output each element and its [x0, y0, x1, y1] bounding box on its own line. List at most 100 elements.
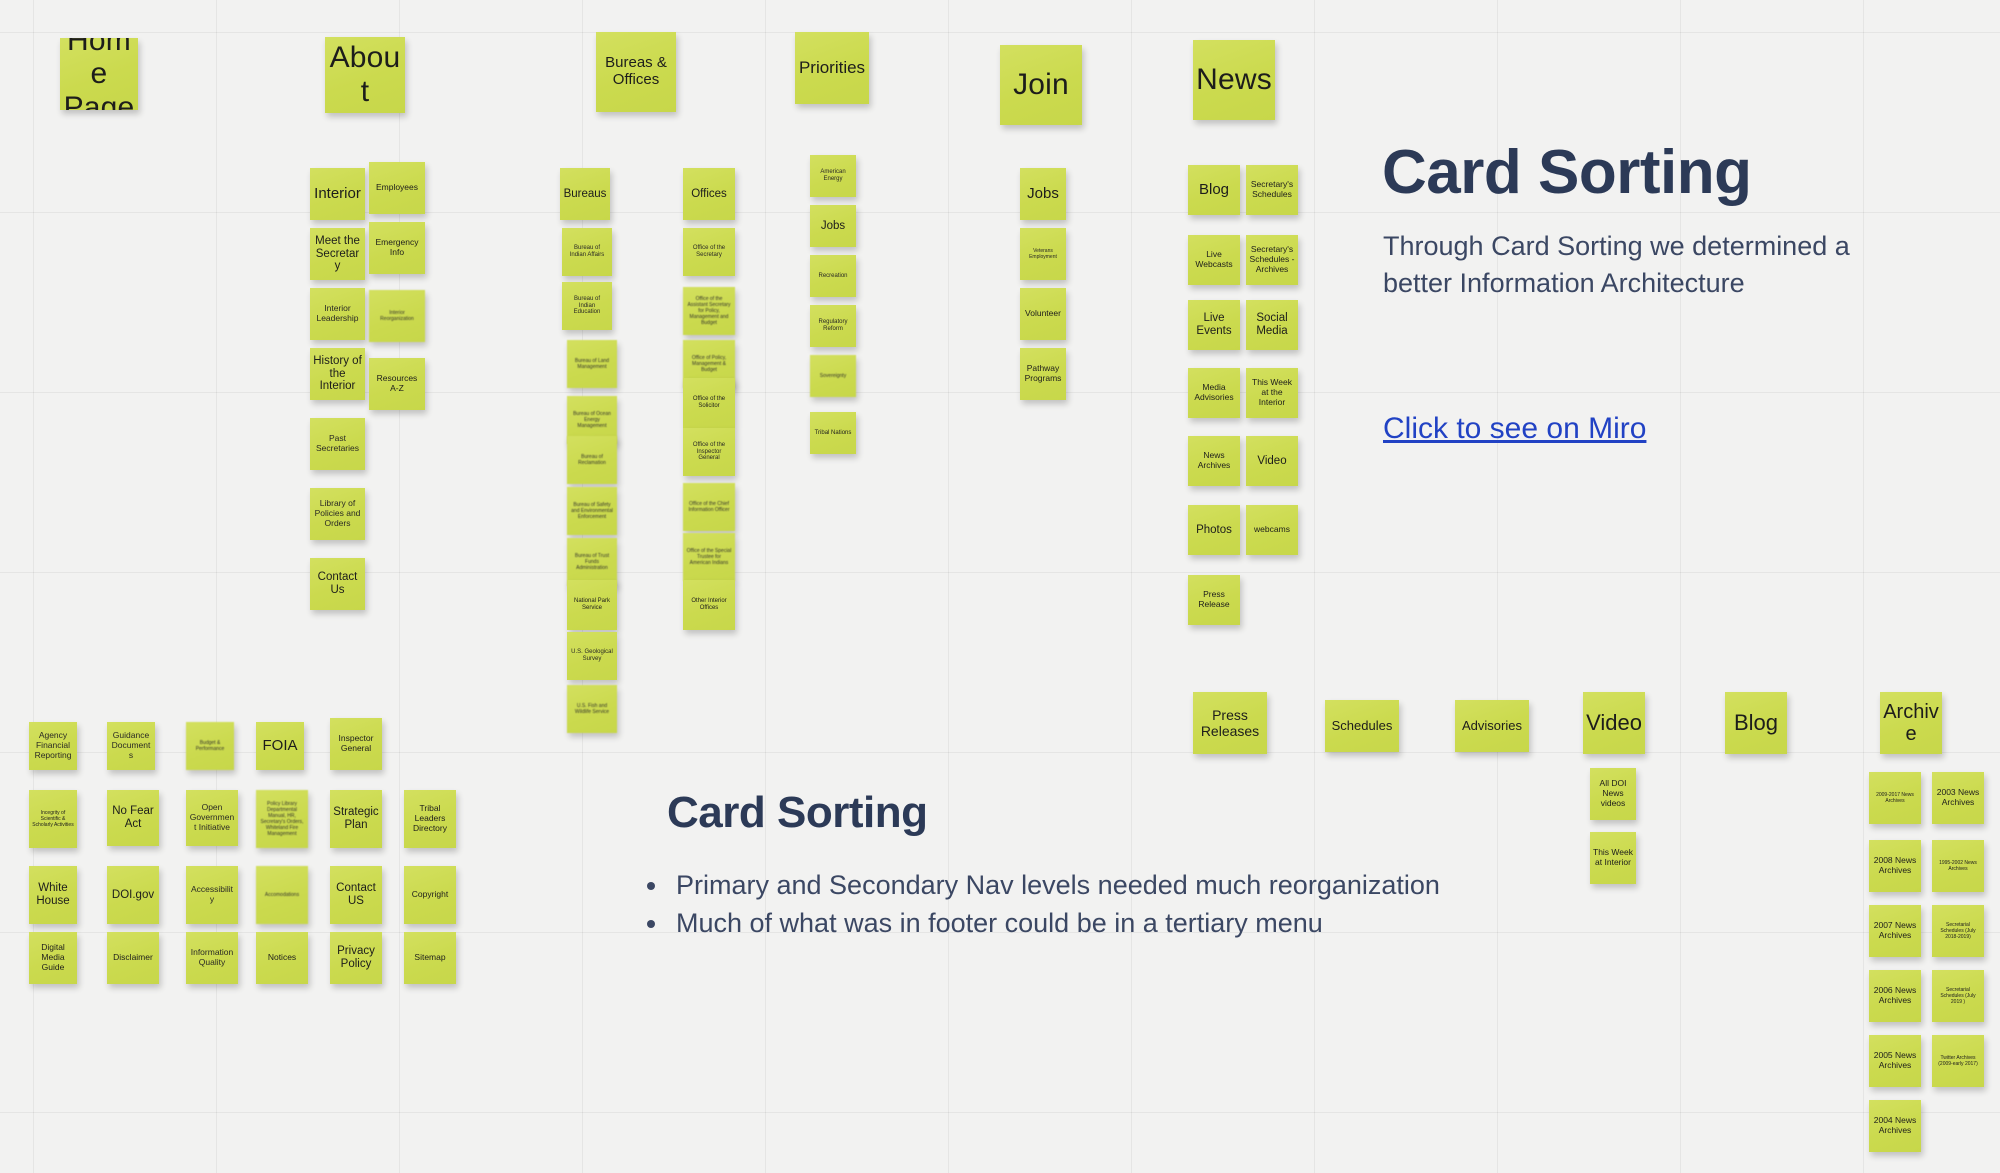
note-news-webcams[interactable]: webcams: [1246, 505, 1298, 555]
note-bureau-fish-wildlife[interactable]: U.S. Fish and Wildlife Service: [567, 685, 617, 733]
note-about-library-policies[interactable]: Library of Policies and Orders: [310, 488, 365, 540]
note-office-assistant-secretary[interactable]: Office of the Assistant Secretary for Po…: [683, 287, 735, 335]
note-bureau-land-management[interactable]: Bureau of Land Management: [567, 340, 617, 388]
note-bureau-trust-funds[interactable]: Bureau of Trust Funds Administration: [567, 538, 617, 586]
note-all-doi-news-videos[interactable]: All DOI News videos: [1590, 768, 1636, 820]
note-news-press-release[interactable]: Press Release: [1188, 575, 1240, 625]
note-join-header[interactable]: Join: [1000, 45, 1082, 125]
note-archive-1995-2002[interactable]: 1995-2002 News Archives: [1932, 840, 1984, 892]
note-blog-top[interactable]: Blog: [1725, 692, 1787, 754]
note-about-emergency-info[interactable]: Emergency Info: [369, 222, 425, 274]
note-archive-header[interactable]: Archive: [1880, 692, 1942, 754]
note-archive-2009-2017[interactable]: 2009-2017 News Archives: [1869, 772, 1921, 824]
note-news-photos[interactable]: Photos: [1188, 505, 1240, 555]
note-about-contact-us[interactable]: Contact Us: [310, 558, 365, 610]
note-priorities-header[interactable]: Priorities: [795, 32, 869, 104]
note-about-meet-secretary[interactable]: Meet the Secretary: [310, 228, 365, 280]
note-budget-performance[interactable]: Budget & Performance: [186, 722, 234, 770]
note-press-releases[interactable]: Press Releases: [1193, 692, 1267, 754]
note-offices-header[interactable]: Offices: [683, 168, 735, 220]
note-join-veterans-employment[interactable]: Veterans Employment: [1020, 228, 1066, 280]
miro-link[interactable]: Click to see on Miro: [1383, 412, 1646, 446]
note-schedules[interactable]: Schedules: [1325, 700, 1399, 752]
note-news-social-media[interactable]: Social Media: [1246, 300, 1298, 350]
note-bureau-national-park-service[interactable]: National Park Service: [567, 580, 617, 630]
note-guidance-documents[interactable]: Guidance Documents: [107, 722, 155, 770]
note-news-archives[interactable]: News Archives: [1188, 436, 1240, 486]
note-about-past-secretaries[interactable]: Past Secretaries: [310, 418, 365, 470]
note-news-this-week-interior[interactable]: This Week at the Interior: [1246, 368, 1298, 418]
note-join-pathway-programs[interactable]: Pathway Programs: [1020, 348, 1066, 400]
note-news-video[interactable]: Video: [1246, 436, 1298, 486]
note-about-interior[interactable]: Interior: [310, 168, 365, 220]
note-news-blog[interactable]: Blog: [1188, 165, 1240, 215]
note-home-page[interactable]: Home Page: [60, 38, 138, 110]
note-archive-2004[interactable]: 2004 News Archives: [1869, 1100, 1921, 1152]
note-priority-regulatory-reform[interactable]: Regulatory Reform: [810, 305, 856, 347]
note-office-other-interior[interactable]: Other Interior Offices: [683, 580, 735, 630]
note-accomodations[interactable]: Accomodations: [256, 866, 308, 924]
note-bureau-usgs[interactable]: U.S. Geological Survey: [567, 632, 617, 680]
note-bureau-indian-affairs[interactable]: Bureau of Indian Affairs: [562, 228, 612, 276]
note-bureau-indian-education[interactable]: Bureau of Indian Education: [562, 282, 612, 330]
note-archive-2008[interactable]: 2008 News Archives: [1869, 840, 1921, 892]
note-archive-2005[interactable]: 2005 News Archives: [1869, 1035, 1921, 1087]
note-office-solicitor[interactable]: Office of the Solicitor: [683, 378, 735, 428]
note-about-employees[interactable]: Employees: [369, 162, 425, 214]
note-doi-gov[interactable]: DOI.gov: [107, 866, 159, 924]
note-notices[interactable]: Notices: [256, 932, 308, 984]
note-bureaus-offices-header[interactable]: Bureas & Offices: [596, 32, 676, 112]
note-archive-2003[interactable]: 2003 News Archives: [1932, 772, 1984, 824]
note-news-secretarys-schedules-archives[interactable]: Secretary's Schedules - Archives: [1246, 235, 1298, 285]
note-priority-jobs[interactable]: Jobs: [810, 205, 856, 247]
note-about-history[interactable]: History of the Interior: [310, 348, 365, 400]
note-agency-financial-reporting[interactable]: Agency Financial Reporting: [29, 722, 77, 770]
note-join-volunteer[interactable]: Volunteer: [1020, 288, 1066, 340]
note-sitemap[interactable]: Sitemap: [404, 932, 456, 984]
note-foia[interactable]: FOIA: [256, 722, 304, 770]
note-strategic-plan[interactable]: Strategic Plan: [330, 790, 382, 848]
note-priority-sovereignty[interactable]: Sovereignty: [810, 355, 856, 397]
note-digital-media-guide[interactable]: Digital Media Guide: [29, 932, 77, 984]
note-news-header[interactable]: News: [1193, 40, 1275, 120]
note-join-jobs[interactable]: Jobs: [1020, 168, 1066, 220]
note-bureau-safety-environmental[interactable]: Bureau of Safety and Environmental Enfor…: [567, 487, 617, 535]
note-accessibility[interactable]: Accessibility: [186, 866, 238, 924]
note-archive-2007[interactable]: 2007 News Archives: [1869, 905, 1921, 957]
note-no-fear-act[interactable]: No Fear Act: [107, 790, 159, 846]
note-archive-2006[interactable]: 2006 News Archives: [1869, 970, 1921, 1022]
note-priority-american-energy[interactable]: American Energy: [810, 155, 856, 197]
note-news-media-advisories[interactable]: Media Advisories: [1188, 368, 1240, 418]
note-about-interior-reorg[interactable]: Interior Reorganization: [369, 290, 425, 342]
note-news-live-webcasts[interactable]: Live Webcasts: [1188, 235, 1240, 285]
note-office-inspector-general[interactable]: Office of the Inspector General: [683, 428, 735, 476]
note-disclaimer[interactable]: Disclaimer: [107, 932, 159, 984]
note-tribal-leaders-directory[interactable]: Tribal Leaders Directory: [404, 790, 456, 848]
note-archive-twitter[interactable]: Twitter Archives (2009-early 2017): [1932, 1035, 1984, 1087]
note-video-top[interactable]: Video: [1583, 692, 1645, 754]
note-advisories[interactable]: Advisories: [1455, 700, 1529, 752]
note-about-header[interactable]: About: [325, 37, 405, 113]
note-office-secretary[interactable]: Office of the Secretary: [683, 228, 735, 276]
note-archive-secretarial-schedules-2019[interactable]: Secretarial Schedules (July 2019 ): [1932, 970, 1984, 1022]
note-information-quality[interactable]: Information Quality: [186, 932, 238, 984]
note-priority-recreation[interactable]: Recreation: [810, 255, 856, 297]
note-this-week-at-interior[interactable]: This Week at Interior: [1590, 832, 1636, 884]
note-privacy-policy[interactable]: Privacy Policy: [330, 932, 382, 984]
note-integrity-scientific[interactable]: Incegrity of Scientific & Scholarly Acti…: [29, 790, 77, 848]
note-office-chief-information-officer[interactable]: Office of the Chief Information Officer: [683, 483, 735, 531]
note-office-special-trustee[interactable]: Office of the Special Trustee for Americ…: [683, 533, 735, 581]
note-news-live-events[interactable]: Live Events: [1188, 300, 1240, 350]
note-open-government-initiative[interactable]: Open Government Initiative: [186, 790, 238, 846]
note-contact-us[interactable]: Contact US: [330, 866, 382, 924]
note-about-interior-leadership[interactable]: Interior Leadership: [310, 288, 365, 340]
note-bureaus-header[interactable]: Bureaus: [560, 168, 610, 220]
note-bureau-reclamation[interactable]: Bureau of Reclamation: [567, 436, 617, 484]
note-about-resources-az[interactable]: Resources A-Z: [369, 358, 425, 410]
note-priority-tribal-nations[interactable]: Tribal Nations: [810, 412, 856, 454]
note-policy-library[interactable]: Policy Library Departmental Manual, HR, …: [256, 790, 308, 848]
note-inspector-general[interactable]: Inspector General: [330, 718, 382, 770]
note-copyright[interactable]: Copyright: [404, 866, 456, 924]
note-white-house[interactable]: White House: [29, 866, 77, 924]
note-archive-secretarial-schedules-2018[interactable]: Secretarial Schedules (July 2018-2019): [1932, 905, 1984, 957]
